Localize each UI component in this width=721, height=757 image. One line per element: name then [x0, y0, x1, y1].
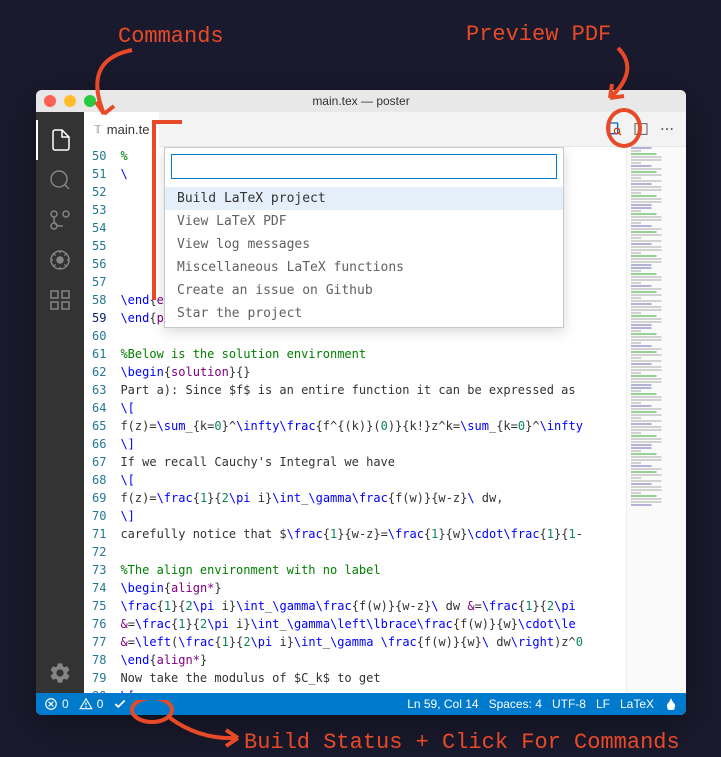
code-line[interactable]: &=\left(\frac{1}{2\pi i}\int_\gamma \fra…	[120, 633, 626, 651]
command-palette-item[interactable]: Star the project	[165, 302, 563, 325]
command-palette: Build LaTeX projectView LaTeX PDFView lo…	[164, 147, 564, 328]
window-minimize-icon[interactable]	[64, 95, 76, 107]
more-actions-icon[interactable]	[658, 120, 676, 138]
explorer-icon[interactable]	[36, 120, 84, 160]
code-line[interactable]: Now take the modulus of $C_k$ to get	[120, 669, 626, 687]
line-number: 74	[92, 579, 106, 597]
line-number: 71	[92, 525, 106, 543]
line-number-gutter: 5051525354555657585960616263646566676869…	[84, 147, 120, 693]
source-control-icon[interactable]	[36, 200, 84, 240]
settings-gear-icon[interactable]	[36, 653, 84, 693]
command-palette-item[interactable]: View LaTeX PDF	[165, 210, 563, 233]
command-palette-input[interactable]	[171, 154, 557, 179]
line-number: 72	[92, 543, 106, 561]
statusbar: 0 0 Ln 59, Col 14 Spaces: 4 UTF-8 LF LaT…	[36, 693, 686, 715]
line-number: 59	[92, 309, 106, 327]
code-line[interactable]: %The align environment with no label	[120, 561, 626, 579]
line-number: 61	[92, 345, 106, 363]
line-number: 52	[92, 183, 106, 201]
line-number: 55	[92, 237, 106, 255]
status-language[interactable]: LaTeX	[620, 697, 654, 711]
vscode-window: main.tex — poster	[36, 90, 686, 715]
line-number: 57	[92, 273, 106, 291]
titlebar[interactable]: main.tex — poster	[36, 90, 686, 112]
code-line[interactable]: \[	[120, 471, 626, 489]
code-line[interactable]: \begin{align*}	[120, 579, 626, 597]
code-line[interactable]: &=\frac{1}{2\pi i}\int_\gamma\left\lbrac…	[120, 615, 626, 633]
code-line[interactable]: \frac{1}{2\pi i}\int_\gamma\frac{f(w)}{w…	[120, 597, 626, 615]
status-errors[interactable]: 0	[44, 697, 69, 711]
line-number: 73	[92, 561, 106, 579]
annotation-commands: Commands	[118, 24, 224, 49]
line-number: 50	[92, 147, 106, 165]
status-warnings[interactable]: 0	[79, 697, 104, 711]
split-editor-icon[interactable]	[632, 120, 650, 138]
line-number: 78	[92, 651, 106, 669]
line-number: 51	[92, 165, 106, 183]
line-number: 62	[92, 363, 106, 381]
line-number: 66	[92, 435, 106, 453]
line-number: 76	[92, 615, 106, 633]
line-number: 68	[92, 471, 106, 489]
command-palette-item[interactable]: Miscellaneous LaTeX functions	[165, 256, 563, 279]
code-line[interactable]: \begin{solution}{}	[120, 363, 626, 381]
command-palette-item[interactable]: Build LaTeX project	[165, 187, 563, 210]
code-line[interactable]: \]	[120, 507, 626, 525]
line-number: 77	[92, 633, 106, 651]
window-maximize-icon[interactable]	[84, 95, 96, 107]
annotation-preview-pdf: Preview PDF	[466, 22, 611, 47]
window-title: main.tex — poster	[312, 94, 409, 108]
line-number: 75	[92, 597, 106, 615]
status-build-check-icon[interactable]	[113, 697, 127, 711]
tab-main-tex[interactable]: 𝕋 main.te	[84, 112, 159, 147]
extensions-icon[interactable]	[36, 280, 84, 320]
search-icon[interactable]	[36, 160, 84, 200]
code-line[interactable]	[120, 543, 626, 561]
minimap[interactable]	[626, 147, 686, 693]
line-number: 65	[92, 417, 106, 435]
tab-bar: 𝕋 main.te	[84, 112, 686, 147]
command-palette-item[interactable]: View log messages	[165, 233, 563, 256]
code-line[interactable]: If we recall Cauchy's Integral we have	[120, 453, 626, 471]
command-palette-item[interactable]: Create an issue on Github	[165, 279, 563, 302]
code-line[interactable]	[120, 327, 626, 345]
debug-icon[interactable]	[36, 240, 84, 280]
tex-file-icon: 𝕋	[94, 123, 102, 136]
code-line[interactable]: f(z)=\sum_{k=0}^\infty\frac{f^{(k)}(0)}{…	[120, 417, 626, 435]
window-close-icon[interactable]	[44, 95, 56, 107]
annotation-build-status: Build Status + Click For Commands	[244, 730, 680, 755]
line-number: 70	[92, 507, 106, 525]
line-number: 64	[92, 399, 106, 417]
code-line[interactable]: %Below is the solution environment	[120, 345, 626, 363]
line-number: 56	[92, 255, 106, 273]
code-line[interactable]: f(z)=\frac{1}{2\pi i}\int_\gamma\frac{f(…	[120, 489, 626, 507]
status-cursor-position[interactable]: Ln 59, Col 14	[407, 697, 478, 711]
code-line[interactable]: \end{align*}	[120, 651, 626, 669]
line-number: 53	[92, 201, 106, 219]
status-feedback-icon[interactable]	[664, 697, 678, 711]
line-number: 79	[92, 669, 106, 687]
line-number: 80	[92, 687, 106, 693]
status-eol[interactable]: LF	[596, 697, 610, 711]
code-line[interactable]: Part a): Since $f$ is an entire function…	[120, 381, 626, 399]
status-encoding[interactable]: UTF-8	[552, 697, 586, 711]
line-number: 67	[92, 453, 106, 471]
tab-label: main.te	[107, 122, 150, 137]
status-indentation[interactable]: Spaces: 4	[489, 697, 542, 711]
code-line[interactable]: carefully notice that $\frac{1}{w-z}=\fr…	[120, 525, 626, 543]
code-line[interactable]: \]	[120, 435, 626, 453]
line-number: 69	[92, 489, 106, 507]
preview-pdf-icon[interactable]	[606, 120, 624, 138]
line-number: 60	[92, 327, 106, 345]
code-line[interactable]: \[	[120, 399, 626, 417]
activity-bar	[36, 112, 84, 693]
line-number: 58	[92, 291, 106, 309]
editor[interactable]: 5051525354555657585960616263646566676869…	[84, 147, 686, 693]
line-number: 54	[92, 219, 106, 237]
code-line[interactable]: \[	[120, 687, 626, 693]
line-number: 63	[92, 381, 106, 399]
